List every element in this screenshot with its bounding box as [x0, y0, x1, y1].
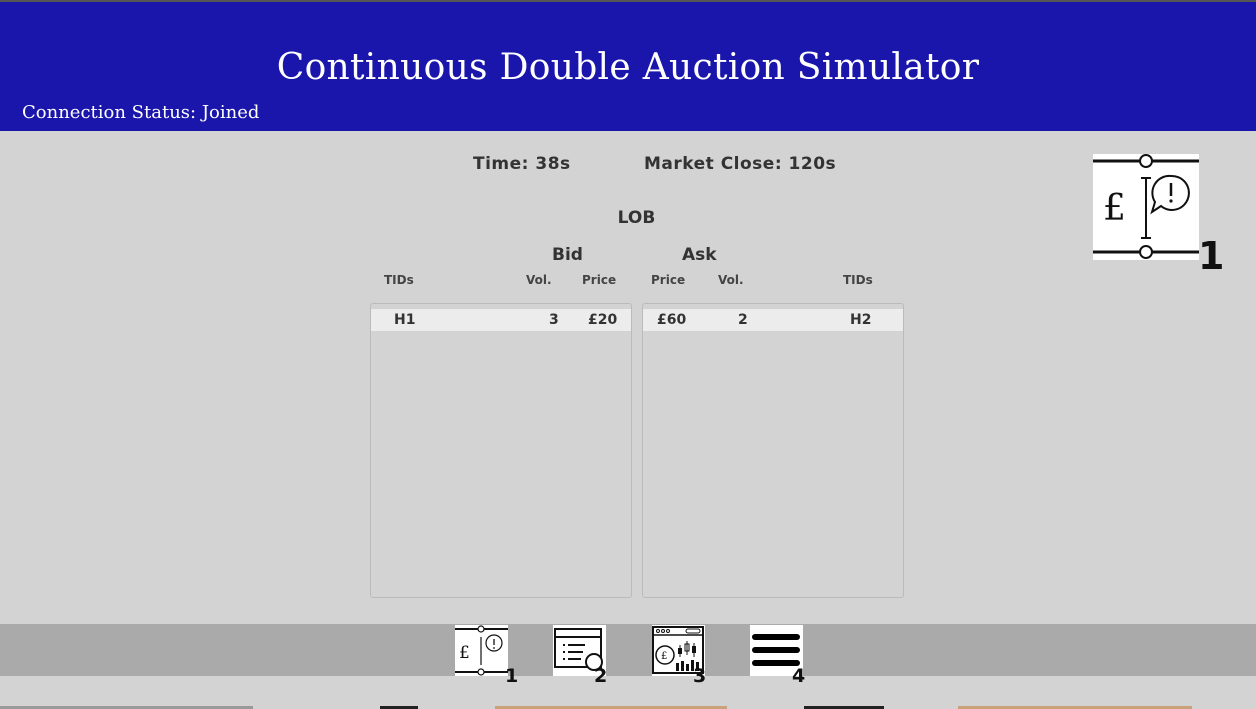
bid-book-panel[interactable]: H1 3 £20: [370, 303, 632, 598]
app-header: Continuous Double Auction Simulator Conn…: [0, 0, 1256, 131]
svg-text:£: £: [661, 651, 667, 662]
pound-alert-icon: £: [455, 625, 508, 676]
bid-vol-header: Vol.: [526, 273, 552, 287]
toolbar-button-2-number: 2: [594, 665, 608, 687]
pound-alert-icon: £: [1093, 154, 1199, 260]
ask-vol-header: Vol.: [718, 273, 744, 287]
bid-tids-header: TIDs: [384, 273, 414, 287]
bid-row[interactable]: H1 3 £20: [371, 309, 631, 331]
connection-status: Connection Status: Joined: [22, 102, 260, 123]
svg-text:£: £: [459, 643, 470, 663]
bid-heading: Bid: [552, 245, 583, 265]
ask-price-header: Price: [651, 273, 686, 287]
ask-row-vol: 2: [738, 312, 748, 328]
svg-text:£: £: [1103, 188, 1126, 229]
lob-title: LOB: [617, 208, 656, 228]
toolbar-button-1[interactable]: £: [455, 625, 508, 676]
active-view-number: 1: [1198, 234, 1225, 278]
toolbar-button-1-number: 1: [505, 665, 519, 687]
market-close-display: Market Close: 120s: [644, 154, 837, 174]
bid-row-vol: 3: [549, 312, 559, 328]
toolbar-button-4-number: 4: [792, 665, 806, 687]
app-title: Continuous Double Auction Simulator: [276, 47, 980, 88]
time-display: Time: 38s: [473, 154, 571, 174]
ask-tids-header: TIDs: [843, 273, 873, 287]
ask-heading: Ask: [682, 245, 717, 265]
toolbar-button-3-number: 3: [693, 665, 707, 687]
ask-book-panel[interactable]: £60 2 H2: [642, 303, 904, 598]
bottom-toolbar: £ £: [0, 624, 1256, 676]
bid-row-tid: H1: [394, 312, 416, 328]
bid-price-header: Price: [582, 273, 617, 287]
ask-row[interactable]: £60 2 H2: [643, 309, 903, 331]
ask-row-tid: H2: [850, 312, 872, 328]
bid-row-price: £20: [588, 312, 618, 328]
ask-row-price: £60: [657, 312, 687, 328]
